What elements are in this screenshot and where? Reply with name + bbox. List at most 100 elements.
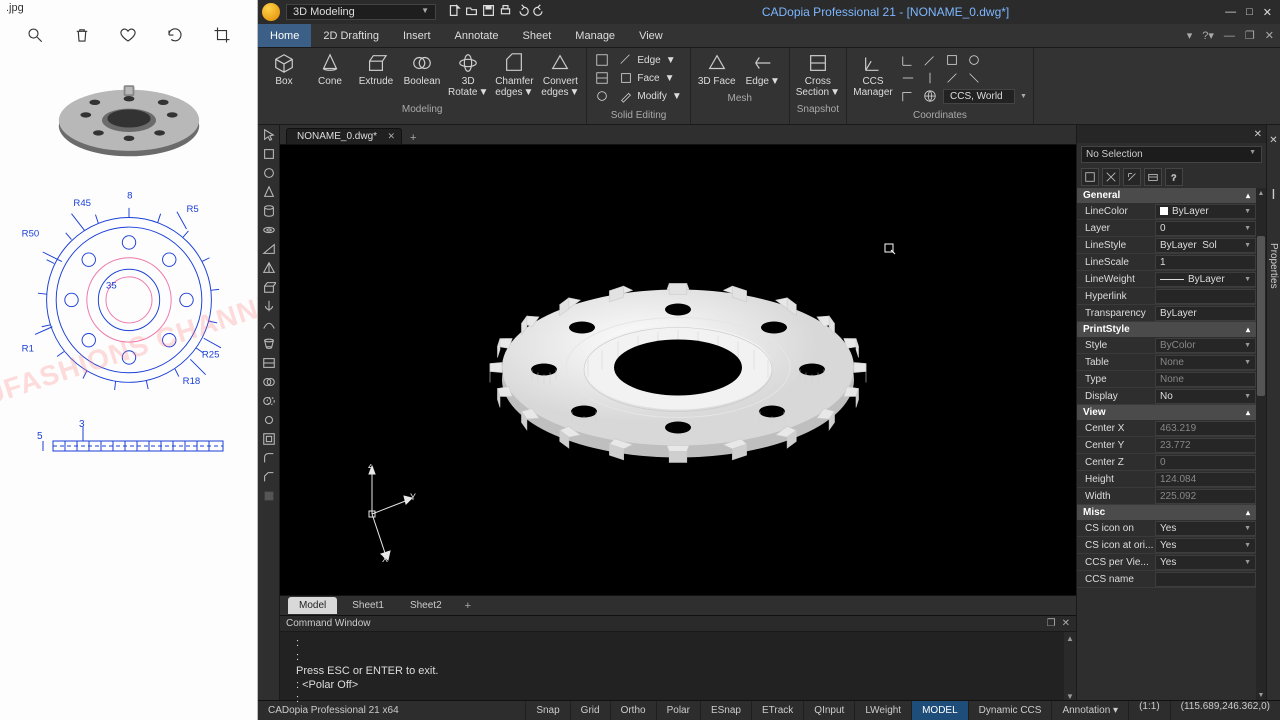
layout-tab-sheet2[interactable]: Sheet2 [399,597,453,614]
printstyle-field[interactable]: ByColor [1155,338,1256,353]
document-tab[interactable]: NONAME_0.dwg*✕ [286,128,402,144]
prop-tool-3[interactable] [1123,168,1141,186]
face-button[interactable]: Face▼ [617,70,683,86]
coord-small-1[interactable] [899,52,917,68]
ts-extrude-icon[interactable] [260,279,278,295]
layout-tab-model[interactable]: Model [288,597,337,614]
properties-scrollbar[interactable]: ▲▼ [1256,188,1266,700]
prop-tool-1[interactable] [1081,168,1099,186]
coord-small-7[interactable] [943,70,961,86]
trash-icon[interactable] [73,26,91,49]
ccsname-field[interactable] [1155,572,1256,587]
linecolor-field[interactable]: ByLayer [1155,204,1256,219]
ts-cone-icon[interactable] [260,184,278,200]
ccs-world-icon[interactable] [921,88,939,104]
hyperlink-field[interactable] [1155,289,1256,304]
rail-close-icon[interactable]: ✕ [1269,135,1277,146]
undo-icon[interactable] [516,4,529,20]
modify-button[interactable]: Modify▼ [617,88,683,104]
tab-insert[interactable]: Insert [391,24,443,47]
section-general[interactable]: General▴ [1077,188,1256,203]
prop-tool-4[interactable] [1144,168,1162,186]
maximize-button[interactable]: □ [1246,6,1253,19]
cmd-popout-icon[interactable]: ❐ [1047,618,1056,629]
ts-torus-icon[interactable] [260,222,278,238]
cmd-close-icon[interactable]: ✕ [1062,618,1070,629]
redo-icon[interactable] [533,4,546,20]
new-icon[interactable] [448,4,461,20]
se-icon-3[interactable] [593,88,611,104]
printtable-field[interactable]: None [1155,355,1256,370]
ccspv-field[interactable]: Yes [1155,555,1256,570]
mdi-minimize-icon[interactable]: — [1224,30,1235,42]
workspace-selector[interactable]: 3D Modeling [286,4,436,20]
mdi-close-icon[interactable]: ✕ [1265,29,1274,42]
convert-edges-button[interactable]: Convertedges▼ [540,52,580,98]
se-icon-1[interactable] [593,52,611,68]
ribbon-expand-icon[interactable]: ▾ [1187,29,1193,42]
coord-small-2[interactable] [921,52,939,68]
cross-section-button[interactable]: CrossSection▼ [796,52,840,98]
3d-rotate-button[interactable]: 3DRotate▼ [448,52,488,98]
zoom-icon[interactable] [26,26,44,49]
ts-cursor-icon[interactable] [260,127,278,143]
coord-small-6[interactable] [921,70,939,86]
ts-fillet-icon[interactable] [260,450,278,466]
lineweight-field[interactable]: ByLayer [1155,272,1256,287]
tab-annotate[interactable]: Annotate [443,24,511,47]
coord-small-9[interactable] [899,88,917,104]
toggle-annotation[interactable]: Annotation ▾ [1051,701,1128,720]
se-icon-2[interactable] [593,70,611,86]
properties-close-icon[interactable]: ✕ [1254,129,1262,140]
ts-sweep-icon[interactable] [260,317,278,333]
linescale-field[interactable]: 1 [1155,255,1256,270]
mdi-restore-icon[interactable]: ❐ [1245,29,1255,42]
layout-tab-add[interactable]: + [457,600,479,612]
app-logo-icon[interactable] [262,3,280,21]
prop-tool-help[interactable]: ? [1165,168,1183,186]
coord-small-4[interactable] [965,52,983,68]
box-button[interactable]: Box [264,52,304,87]
viewport[interactable]: Z Y X [280,145,1076,595]
csorig-field[interactable]: Yes [1155,538,1256,553]
ccs-manager-button[interactable]: CCSManager [853,52,893,98]
section-printstyle[interactable]: PrintStyle▴ [1077,322,1256,337]
ts-intersect-icon[interactable] [260,412,278,428]
tab-close-icon[interactable]: ✕ [387,131,395,142]
ts-box-icon[interactable] [260,146,278,162]
tab-view[interactable]: View [627,24,675,47]
ts-cyl-icon[interactable] [260,203,278,219]
ts-wedge-icon[interactable] [260,241,278,257]
status-scale[interactable]: (1:1) [1128,701,1170,720]
tab-manage[interactable]: Manage [563,24,627,47]
section-view[interactable]: View▴ [1077,405,1256,420]
csicon-field[interactable]: Yes [1155,521,1256,536]
minimize-button[interactable]: — [1225,6,1236,19]
mesh-edge-button[interactable]: Edge▼ [743,52,783,87]
ts-union-icon[interactable] [260,374,278,390]
open-icon[interactable] [465,4,478,20]
layer-field[interactable]: 0 [1155,221,1256,236]
boolean-button[interactable]: Boolean [402,52,442,87]
heart-icon[interactable] [119,26,137,49]
document-tab-add[interactable]: + [404,132,422,144]
coord-small-5[interactable] [899,70,917,86]
tab-home[interactable]: Home [258,24,311,47]
ts-chamfer-icon[interactable] [260,469,278,485]
coord-small-8[interactable] [965,70,983,86]
transparency-field[interactable]: ByLayer [1155,306,1256,321]
coord-small-3[interactable] [943,52,961,68]
3d-face-button[interactable]: 3D Face [697,52,737,87]
ts-pyramid-icon[interactable] [260,260,278,276]
layout-tab-sheet1[interactable]: Sheet1 [341,597,395,614]
rail-tab-properties[interactable]: Properties [1268,243,1279,289]
command-input[interactable]: : : Press ESC or ENTER to exit. : <Polar… [280,632,1076,700]
ts-revolve-icon[interactable] [260,298,278,314]
ts-slice-icon[interactable] [260,355,278,371]
selection-filter[interactable]: No Selection [1081,146,1262,163]
edge-button[interactable]: Edge▼ [617,52,683,68]
crop-icon[interactable] [213,26,231,49]
ts-loft-icon[interactable] [260,336,278,352]
refresh-icon[interactable] [166,26,184,49]
ts-shell-icon[interactable] [260,431,278,447]
